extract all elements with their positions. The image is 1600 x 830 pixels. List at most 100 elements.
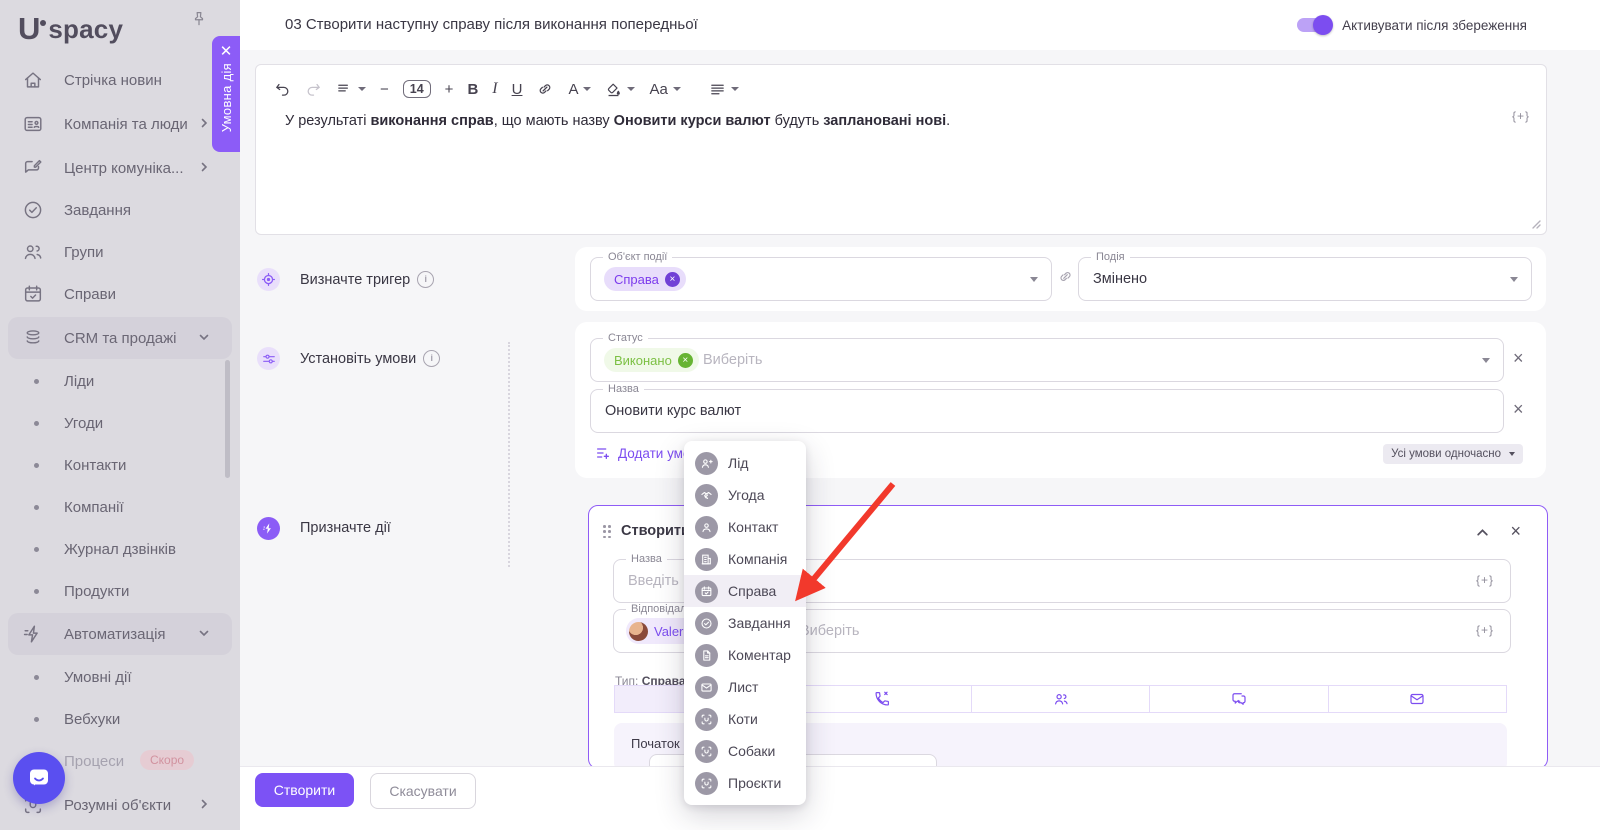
- people-icon: [1054, 694, 1068, 705]
- sidebar-item-company-people[interactable]: Компанія та люди: [0, 103, 240, 145]
- bold-button[interactable]: B: [467, 81, 478, 98]
- sidebar-item-label: Угоди: [64, 414, 104, 432]
- sidebar-item-contacts[interactable]: Контакти: [0, 444, 240, 486]
- text-segment: будуть: [770, 113, 824, 129]
- insert-variable-button[interactable]: {+}: [1476, 623, 1494, 637]
- building-icon: [695, 547, 718, 571]
- tab-chat[interactable]: [1149, 685, 1329, 713]
- list-style-button[interactable]: [336, 81, 366, 98]
- menu-item-cats[interactable]: Коти: [684, 703, 806, 735]
- event-object-chip[interactable]: Справа ×: [604, 267, 686, 291]
- home-icon: [22, 69, 44, 91]
- sidebar-item-newsfeed[interactable]: Стрічка новин: [0, 59, 240, 101]
- sidebar-item-activities[interactable]: Справи: [0, 273, 240, 315]
- remove-status-condition-button[interactable]: ×: [1513, 349, 1524, 367]
- sidebar-item-products[interactable]: Продукти: [0, 570, 240, 612]
- pin-sidebar-icon[interactable]: [190, 10, 208, 28]
- chip-remove-icon[interactable]: ×: [677, 352, 693, 368]
- text-case-button[interactable]: Aa: [649, 81, 681, 98]
- drag-handle-icon[interactable]: [603, 525, 611, 539]
- insert-variable-button[interactable]: {+}: [1476, 573, 1494, 587]
- sidebar-item-webhooks[interactable]: Вебхуки: [0, 698, 240, 740]
- tab-call[interactable]: [792, 685, 972, 713]
- name-condition-input[interactable]: Назва Оновити курс валют: [590, 383, 1504, 433]
- cancel-button[interactable]: Скасувати: [370, 773, 476, 809]
- chat-launcher-button[interactable]: [13, 752, 65, 804]
- insert-variable-button[interactable]: {+}: [1512, 109, 1530, 123]
- sidebar-item-deals[interactable]: Угоди: [0, 402, 240, 444]
- menu-item-lead[interactable]: Лід: [684, 447, 806, 479]
- menu-item-dogs[interactable]: Собаки: [684, 735, 806, 767]
- align-button[interactable]: [709, 81, 739, 98]
- tab-email[interactable]: [1327, 685, 1508, 713]
- activate-toggle[interactable]: [1297, 15, 1334, 35]
- sidebar-item-automation[interactable]: Автоматизація: [0, 613, 240, 655]
- event-label: Подія: [1091, 251, 1130, 264]
- menu-item-company[interactable]: Компанія: [684, 543, 806, 575]
- dropdown-arrow-icon: [1030, 277, 1038, 282]
- info-icon[interactable]: i: [423, 350, 441, 367]
- sidebar-item-crm[interactable]: CRM та продажі: [0, 317, 240, 359]
- create-button[interactable]: Створити: [255, 773, 354, 807]
- description-editor[interactable]: − 14 + B I U A Aa У результаті виконання…: [255, 64, 1547, 235]
- name-label: Назва: [603, 383, 644, 396]
- italic-button[interactable]: I: [492, 80, 497, 98]
- sidebar-item-companies[interactable]: Компанії: [0, 486, 240, 528]
- tab-meeting[interactable]: [970, 685, 1151, 713]
- status-condition-select[interactable]: Статус Виконано × Виберіть: [590, 332, 1504, 382]
- close-icon[interactable]: ✕: [220, 44, 233, 59]
- lightning-icon: [22, 623, 44, 645]
- sidebar-item-label: Завдання: [64, 201, 131, 219]
- menu-item-task[interactable]: Завдання: [684, 607, 806, 639]
- conditions-mode-select[interactable]: Усі умови одночасно: [1383, 444, 1523, 464]
- menu-item-label: Коментар: [728, 647, 791, 663]
- remove-name-condition-button[interactable]: ×: [1513, 400, 1524, 418]
- link-fields-icon[interactable]: [1057, 268, 1074, 285]
- status-chip[interactable]: Виконано ×: [604, 348, 699, 372]
- event-select[interactable]: Подія Змінено: [1078, 251, 1532, 301]
- activate-toggle-wrap: Активувати після збереження: [1297, 0, 1527, 50]
- undo-icon[interactable]: [274, 81, 291, 98]
- menu-item-comment[interactable]: Коментар: [684, 639, 806, 671]
- bullet-icon: [34, 588, 39, 594]
- chip-label: Справа: [614, 271, 659, 287]
- underline-button[interactable]: U: [512, 81, 523, 98]
- smart-object-icon: [695, 739, 718, 763]
- chevron-down-icon: [672, 87, 681, 91]
- font-size-increase-button[interactable]: +: [445, 81, 454, 98]
- event-object-select[interactable]: Об'єкт події Справа ×: [590, 251, 1052, 301]
- info-icon[interactable]: i: [417, 271, 435, 288]
- link-icon[interactable]: [536, 80, 554, 98]
- font-size-decrease-button[interactable]: −: [380, 81, 389, 98]
- sidebar-item-leads[interactable]: Ліди: [0, 360, 240, 402]
- sidebar-item-tasks[interactable]: Завдання: [0, 189, 240, 231]
- menu-item-label: Лід: [728, 455, 749, 471]
- close-action-icon[interactable]: ×: [1510, 521, 1521, 542]
- responsible-placeholder: Виберіть: [800, 623, 860, 639]
- resize-handle-icon[interactable]: [1531, 219, 1541, 229]
- menu-item-deal[interactable]: Угода: [684, 479, 806, 511]
- sidebar-scrollbar[interactable]: [225, 360, 230, 478]
- collapse-icon[interactable]: [1476, 526, 1489, 539]
- chevron-down-icon: [358, 87, 366, 91]
- sidebar-item-groups[interactable]: Групи: [0, 231, 240, 273]
- editor-content[interactable]: У результаті виконання справ, що мають н…: [285, 113, 950, 129]
- slideover-tab-conditional-action[interactable]: ✕ Умовна дія: [212, 36, 240, 152]
- menu-item-contact[interactable]: Контакт: [684, 511, 806, 543]
- highlight-color-button[interactable]: [605, 81, 636, 98]
- menu-item-activity[interactable]: Справа: [684, 575, 806, 607]
- conditions-step-icon: [257, 347, 280, 370]
- sidebar-item-conditional-actions[interactable]: Умовні дії: [0, 656, 240, 698]
- calendar-check-icon: [695, 579, 718, 603]
- brand-logo-dot-icon: [40, 20, 47, 26]
- font-size-value[interactable]: 14: [402, 80, 431, 98]
- text-segment: У результаті: [285, 113, 371, 129]
- menu-item-letter[interactable]: Лист: [684, 671, 806, 703]
- sidebar-item-call-log[interactable]: Журнал дзвінків: [0, 528, 240, 570]
- chip-remove-icon[interactable]: ×: [664, 271, 680, 287]
- redo-icon[interactable]: [305, 81, 322, 98]
- menu-item-projects[interactable]: Проєкти: [684, 767, 806, 799]
- sidebar-item-label: Центр комуніка...: [64, 159, 184, 177]
- text-color-button[interactable]: A: [568, 81, 592, 98]
- sidebar-item-communications[interactable]: Центр комуніка...: [0, 147, 240, 189]
